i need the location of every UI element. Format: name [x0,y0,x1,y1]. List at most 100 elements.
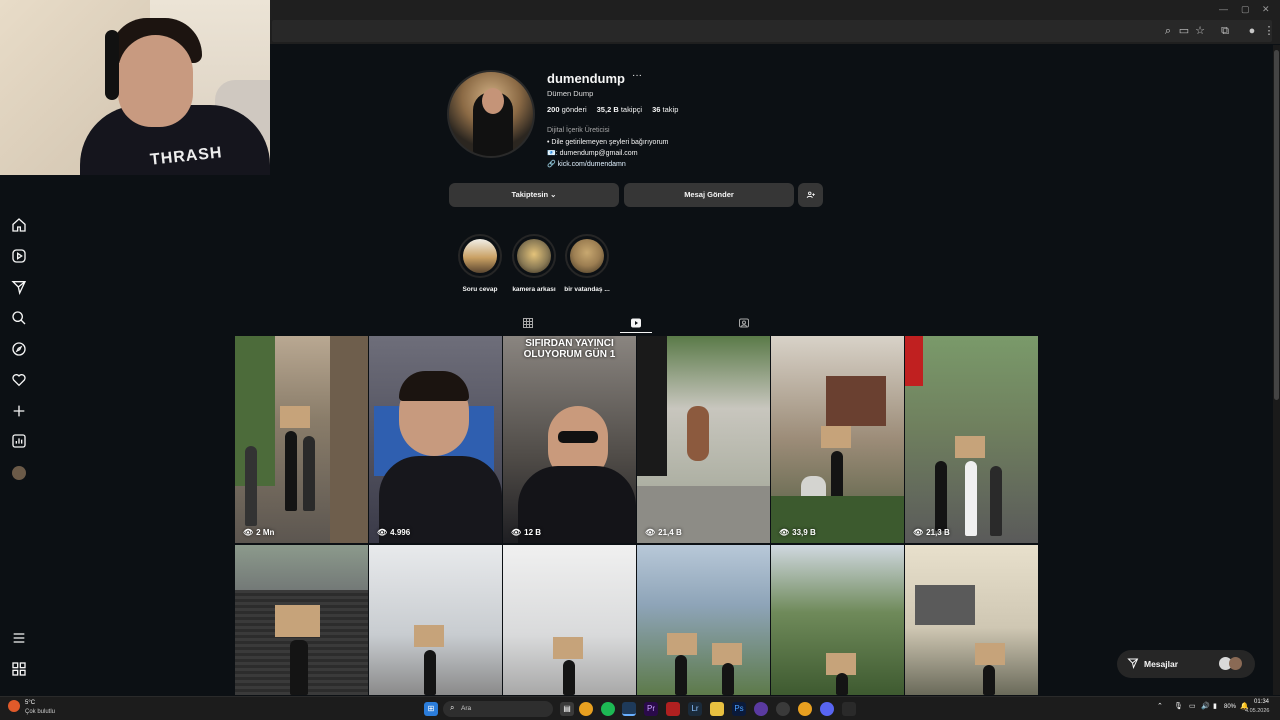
reel-tile[interactable] [905,545,1038,695]
app-icon[interactable] [776,702,790,716]
spotify-icon[interactable] [601,702,615,716]
chrome-icon[interactable] [798,702,812,716]
direct-icon[interactable] [10,279,28,297]
create-plus-icon[interactable] [10,403,28,421]
network-icon[interactable]: ▭ [1189,702,1196,710]
reel-tile[interactable]: 👁 4.996 [369,336,502,543]
view-count: 👁 2 Mn [243,528,275,537]
scrollbar-thumb[interactable] [1274,50,1279,400]
weather-temp: 5°C [25,700,36,706]
highlight-label: kamera arkası [512,286,556,293]
webcam-overlay: THRASH [0,0,270,175]
extensions-icon[interactable]: ⧉ [1218,24,1232,38]
profile-stats: 200 gönderi 35,2 B takipçi 36 takip [547,105,678,114]
messages-button[interactable]: Mesajlar [1117,650,1255,678]
app-icon[interactable] [666,702,680,716]
direct-icon [1127,657,1139,671]
messages-label: Mesajlar [1144,659,1179,669]
view-count: 👁 21,4 B [645,528,682,537]
home-icon[interactable] [10,217,28,235]
close-window-button[interactable]: ✕ [1262,4,1270,15]
file-explorer-icon[interactable] [710,702,724,716]
posts-count: 200 gönderi [547,105,587,114]
volume-icon[interactable]: 🔊 [1201,702,1210,710]
followers-count[interactable]: 35,2 B takipçi [597,105,642,114]
tray-chevron-icon[interactable]: ⌃ [1157,702,1163,710]
profile-icon[interactable]: ● [1245,24,1259,38]
reel-tile[interactable]: 👁 21,3 B [905,336,1038,543]
profile-avatar-icon[interactable] [10,464,28,482]
message-button[interactable]: Mesaj Gönder [624,183,794,207]
steam-icon[interactable] [622,702,636,716]
reel-overlay-text: SIFIRDAN YAYINCI OLUYORUM GÜN 1 [523,338,616,360]
chrome-icon[interactable] [579,702,593,716]
also-from-meta-icon[interactable] [10,661,28,679]
reel-tile[interactable] [369,545,502,695]
reel-tile[interactable] [503,545,636,695]
view-count: 👁 12 B [511,528,542,537]
reels-nav-icon[interactable] [10,248,28,266]
zoom-icon[interactable]: ⌕ [1161,24,1175,38]
tagged-icon[interactable] [737,317,751,331]
app-icon[interactable] [842,702,856,716]
profile-full-name: Dümen Dump [547,89,594,98]
grid-icon[interactable] [521,317,535,331]
more-options-icon[interactable]: ··· [632,70,642,81]
reel-tile[interactable]: 👁 21,4 B [637,336,770,543]
browser-menu-icon[interactable]: ⋮ [1262,24,1276,38]
view-count: 👁 33,9 B [779,528,816,537]
cast-icon[interactable]: ▭ [1177,24,1191,38]
menu-hamburger-icon[interactable] [10,630,28,648]
reel-tile[interactable]: 👁 33,9 B [771,336,904,543]
search-icon[interactable] [10,310,28,328]
taskbar: 5°C Çok bulutlu ⊞ ⌕ Ara ▤ Pr Lr Ps ⌃ 🎙 ▭… [0,696,1280,720]
explore-icon[interactable] [10,341,28,359]
highlight-bir-vatandas[interactable] [565,234,609,278]
notifications-heart-icon[interactable] [10,372,28,390]
person-add-icon[interactable] [798,183,823,207]
search-label: Ara [461,705,472,712]
profile-category: Dijital İçerik Üreticisi [547,127,610,134]
highlight-soru-cevap[interactable] [458,234,502,278]
task-view-icon[interactable]: ▤ [560,702,574,716]
app-icon[interactable] [754,702,768,716]
weather-icon[interactable] [8,700,20,712]
photoshop-icon[interactable]: Ps [732,702,746,716]
microphone-icon[interactable]: 🎙 [1174,702,1183,710]
reel-tile[interactable] [637,545,770,695]
search-icon: ⌕ [450,703,455,712]
windows-start-icon[interactable]: ⊞ [424,702,438,716]
avatar [1229,657,1242,670]
profile-username: dumendump [547,71,625,86]
reels-icon[interactable] [629,317,643,331]
view-count: 👁 21,3 B [913,528,950,537]
minimize-button[interactable]: — [1219,4,1228,14]
reel-tile[interactable]: 👁 2 Mn [235,336,368,543]
clock-date: 4.05.2026 [1245,708,1270,714]
battery-icon[interactable]: ▮ [1213,702,1217,710]
reel-tile[interactable] [771,545,904,695]
bookmark-star-icon[interactable]: ☆ [1193,24,1207,38]
following-count[interactable]: 36 takip [652,105,678,114]
premiere-icon[interactable]: Pr [644,702,658,716]
bio-email: 📧: dumendump@gmail.com [547,150,638,157]
dashboard-icon[interactable] [10,433,28,451]
highlight-kamera-arkasi[interactable] [512,234,556,278]
reel-tile[interactable] [235,545,368,695]
maximize-button[interactable]: ▢ [1241,4,1250,15]
taskbar-search[interactable]: ⌕ Ara [443,701,553,717]
discord-icon[interactable] [820,702,834,716]
bio-link[interactable]: 🔗 kick.com/dumendamn [547,160,626,168]
profile-avatar[interactable] [447,70,535,158]
active-tab-indicator [620,332,652,333]
bio-line: • Dile getirilemeyen şeyleri bağırıyorum [547,139,669,146]
highlight-label: Soru cevap [462,286,498,293]
address-bar[interactable] [272,20,1272,42]
lightroom-icon[interactable]: Lr [688,702,702,716]
battery-level: 80% [1224,704,1237,710]
clock-time: 01:34 [1254,699,1270,705]
following-button[interactable]: Takiptesin ⌄ [449,183,619,207]
highlight-label: bir vatandaş ... [564,286,610,293]
weather-desc: Çok bulutlu [25,709,56,715]
reel-tile[interactable]: SIFIRDAN YAYINCI OLUYORUM GÜN 1 👁 12 B [503,336,636,543]
